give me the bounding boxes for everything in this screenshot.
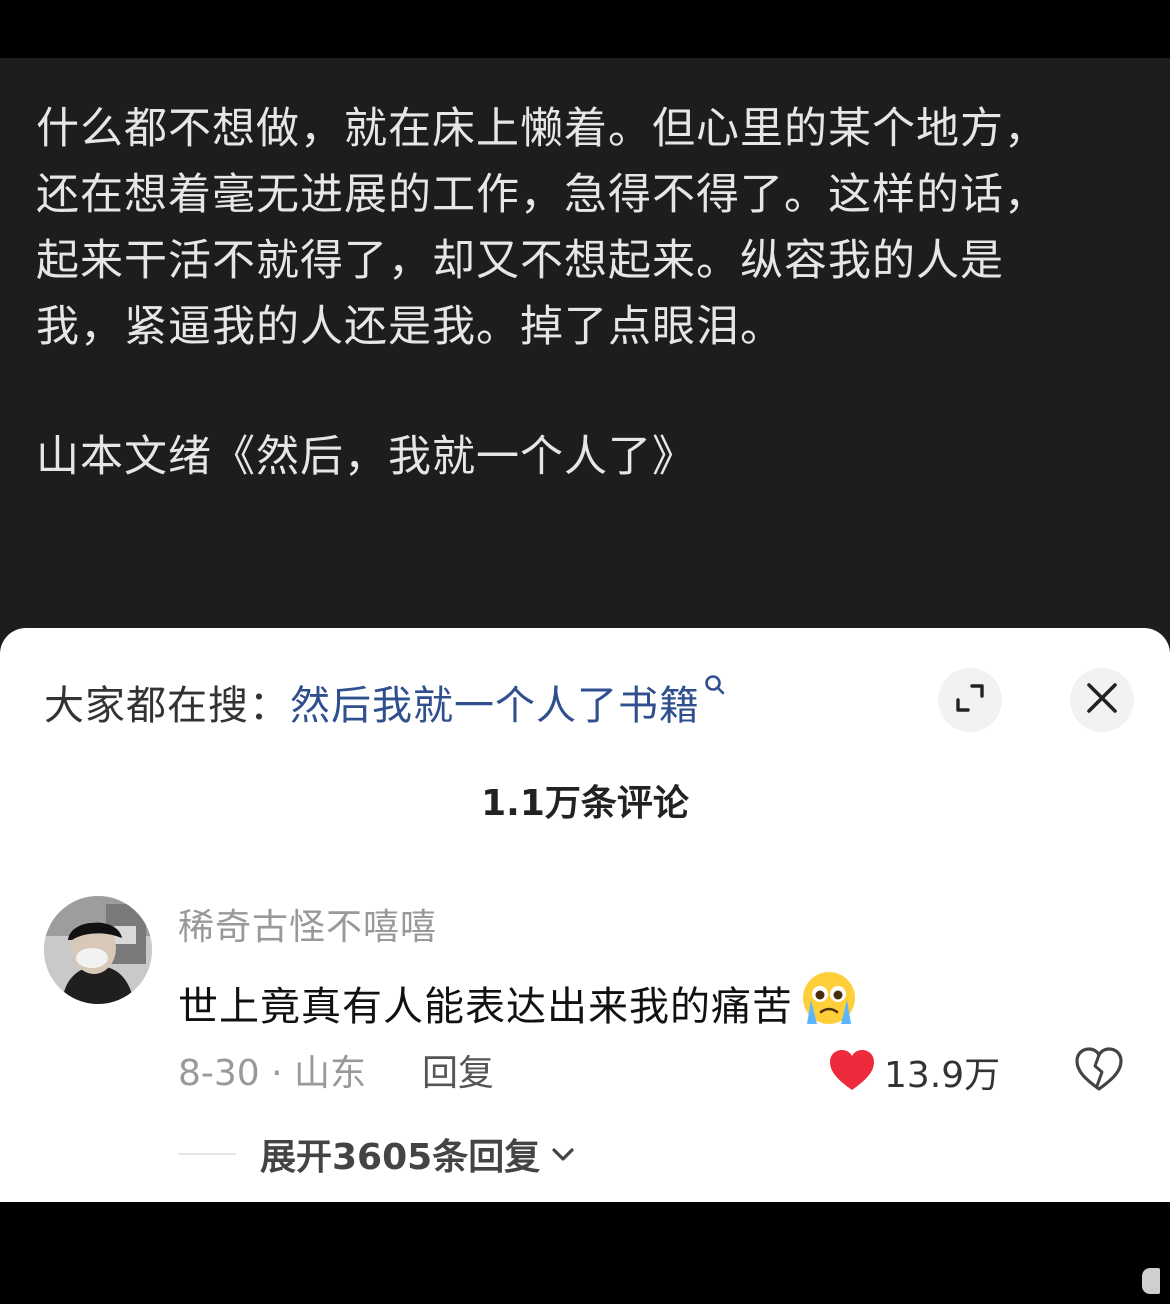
search-query-link[interactable]: 然后我就一个人了书籍 <box>290 673 700 731</box>
expand-replies-button[interactable]: 展开3605条回复 <box>178 1128 576 1180</box>
avatar[interactable] <box>44 896 152 1004</box>
close-icon <box>1085 681 1119 719</box>
broken-heart-icon <box>1074 1047 1124 1096</box>
comment-count: 1.1万条评论 <box>481 783 689 824</box>
post-source: 山本文绪《然后，我就一个人了》 <box>36 432 696 482</box>
search-prefix: 大家都在搜： <box>44 683 290 729</box>
chevron-down-icon <box>550 1145 576 1163</box>
expand-replies-label: 展开3605条回复 <box>260 1137 541 1178</box>
search-suggestion[interactable]: 大家都在搜： 然后我就一个人了书籍 <box>44 674 726 730</box>
post-body: 什么都不想做，就在床上懒着。但心里的某个地方， 还在想着毫无进展的工作，急得不得… <box>36 96 1126 360</box>
comments-sheet: 大家都在搜： 然后我就一个人了书籍 1.1万条评论 稀奇古怪不嘻嘻 世上竟真有人… <box>0 628 1170 1202</box>
comment-body: 世上竟真有人能表达出来我的痛苦 <box>178 984 793 1030</box>
side-handle[interactable] <box>1142 1268 1160 1294</box>
post-line: 还在想着毫无进展的工作，急得不得了。这样的话， <box>36 170 1048 220</box>
post-line: 起来干活不就得了，却又不想起来。纵容我的人是 <box>36 236 1004 286</box>
like-count: 13.9万 <box>884 1055 1001 1096</box>
divider <box>178 1153 236 1155</box>
comment-username[interactable]: 稀奇古怪不嘻嘻 <box>178 898 437 950</box>
search-icon <box>704 674 726 702</box>
comment-text: 世上竟真有人能表达出来我的痛苦 <box>178 968 859 1038</box>
close-button[interactable] <box>1070 668 1134 732</box>
expand-button[interactable] <box>938 668 1002 732</box>
status-bar <box>0 0 1170 58</box>
crying-face-icon <box>799 968 859 1038</box>
post-line: 什么都不想做，就在床上懒着。但心里的某个地方， <box>36 104 1048 154</box>
dislike-button[interactable] <box>1074 1046 1124 1096</box>
post-line: 我，紧逼我的人还是我。掉了点眼泪。 <box>36 302 784 352</box>
reply-button[interactable]: 回复 <box>422 1044 494 1096</box>
like-button[interactable]: 13.9万 <box>828 1046 1000 1098</box>
comment-meta: 8-30 · 山东 <box>178 1053 367 1094</box>
expand-icon <box>952 680 988 720</box>
post-content: 什么都不想做，就在床上懒着。但心里的某个地方， 还在想着毫无进展的工作，急得不得… <box>0 58 1170 658</box>
heart-icon <box>828 1048 876 1096</box>
bottom-bar <box>0 1202 1170 1304</box>
